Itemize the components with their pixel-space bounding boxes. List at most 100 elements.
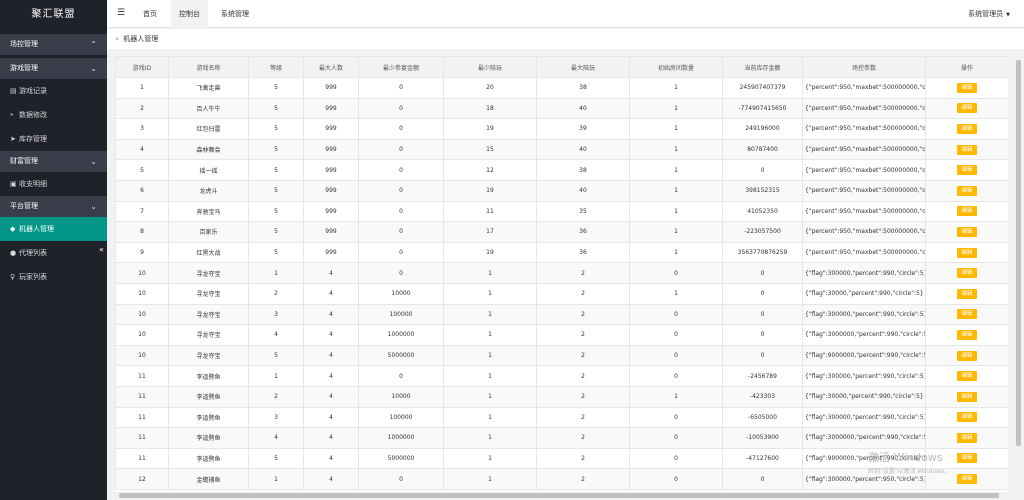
- edit-button[interactable]: 编辑: [957, 268, 977, 279]
- sidebar-item-income-details[interactable]: ▣ 收支明细: [0, 172, 107, 196]
- table-cell: 0: [722, 159, 803, 181]
- nav-group-platform-management[interactable]: 平台管理 ⌄: [0, 196, 107, 217]
- table-cell: 编辑: [925, 262, 1008, 284]
- sidebar-item-robot-management[interactable]: ◆ 机器人管理: [0, 217, 107, 241]
- app-logo: 聚汇联盟: [0, 0, 107, 30]
- column-header: 场控参数: [802, 56, 926, 78]
- table-cell: 百人牛牛: [168, 97, 249, 120]
- table-cell: {"percent":950,"maxbet":500000000,"d...: [802, 138, 926, 161]
- edit-button[interactable]: 编辑: [957, 453, 977, 464]
- edit-button[interactable]: 编辑: [957, 391, 977, 402]
- table-cell: 3: [115, 118, 169, 140]
- table-cell: 100000: [358, 406, 444, 429]
- sidebar-item-data-edit[interactable]: ⁍ 数据修改: [0, 103, 107, 127]
- edit-button[interactable]: 编辑: [957, 432, 977, 443]
- edit-button[interactable]: 编辑: [957, 329, 977, 340]
- table-cell: {"flag":30000,"percent":990,"circle":5}: [802, 282, 926, 305]
- table-cell: 红黑大战: [168, 241, 249, 264]
- table-cell: 1: [443, 282, 537, 305]
- table-cell: 0: [358, 138, 444, 161]
- person-icon: ●: [10, 249, 17, 257]
- table-cell: 1: [629, 241, 723, 264]
- table-cell: 1: [629, 118, 723, 140]
- edit-button[interactable]: 编辑: [957, 412, 977, 423]
- table-cell: 10: [115, 262, 169, 284]
- table-cell: 80787400: [722, 138, 803, 161]
- table-cell: 0: [358, 200, 444, 223]
- table-cell: {"percent":950,"maxbet":500000000,"d...: [802, 118, 926, 140]
- table-cell: -10053900: [722, 427, 803, 449]
- sidebar-item-player-list[interactable]: ♀ 玩家列表: [0, 265, 107, 289]
- diamond-icon: ◆: [10, 225, 16, 233]
- table-cell: 2: [536, 262, 630, 284]
- edit-button[interactable]: 编辑: [957, 165, 977, 176]
- edit-button[interactable]: 编辑: [957, 226, 977, 237]
- tab-console[interactable]: 控制台: [171, 0, 208, 28]
- table-cell: 1: [629, 385, 723, 408]
- table-cell: 5: [248, 344, 304, 367]
- table-row: 8 百家乐 5 999 0 17 36 1 -223057500 {"percent":950,"…: [115, 221, 1008, 243]
- edit-button[interactable]: 编辑: [957, 247, 977, 258]
- column-header: 游戏名称: [168, 56, 249, 78]
- table-cell: 寻龙夺宝: [168, 282, 249, 305]
- table-cell: 0: [358, 118, 444, 140]
- table-cell: {"percent":950,"maxbet":500000000,"d...: [802, 221, 926, 243]
- table-cell: {"flag":30000,"percent":990,"circle":5}: [802, 385, 926, 408]
- tab-home[interactable]: 首页: [135, 0, 165, 28]
- scroll-thumb[interactable]: [119, 493, 999, 498]
- watermark-line1: 激活 Windows: [868, 451, 943, 464]
- nav-group-wealth-management[interactable]: 财富管理 ⌄: [0, 151, 107, 172]
- sidebar-item-inventory[interactable]: ➤ 库存管理: [0, 127, 107, 151]
- edit-button[interactable]: 编辑: [957, 82, 977, 93]
- table-cell: 41052350: [722, 200, 803, 223]
- table-cell: 11: [115, 447, 169, 470]
- table-cell: 999: [303, 138, 359, 161]
- edit-button[interactable]: 编辑: [957, 185, 977, 196]
- data-icon: ⁍: [10, 111, 14, 119]
- edit-button[interactable]: 编辑: [957, 288, 977, 299]
- table-cell: {"percent":950,"maxbet":500000000,"d...: [802, 97, 926, 120]
- table-cell: 1: [248, 365, 304, 387]
- table-header-row: 游戏ID 游戏名称 等级 最大人数 最少参宴金额 最少陪玩 最大陪玩 初始房间数量 当前库存金额…: [115, 56, 1008, 78]
- table-cell: 1: [115, 77, 169, 99]
- edit-button[interactable]: 编辑: [957, 144, 977, 155]
- horizontal-scrollbar[interactable]: [115, 492, 1015, 499]
- table-cell: 编辑: [925, 344, 1008, 367]
- table-cell: {"flag":300000,"percent":990,"circle":5}: [802, 262, 926, 284]
- edit-button[interactable]: 编辑: [957, 309, 977, 320]
- table-cell: 0: [629, 365, 723, 387]
- nav-group-field-control[interactable]: 场控管理 ⌃: [0, 34, 107, 55]
- table-cell: 999: [303, 200, 359, 223]
- table-row: 3 红包扫雷 5 999 0 19 39 1 249196000 {"percent":950,"…: [115, 118, 1008, 140]
- table-cell: 2: [536, 447, 630, 470]
- table-cell: 李逵劈鱼: [168, 385, 249, 408]
- user-menu[interactable]: 系统管理员 ▼: [968, 0, 1010, 29]
- table-cell: 4: [303, 303, 359, 326]
- tab-system-management[interactable]: 系统管理: [213, 0, 257, 28]
- table-cell: 36: [536, 221, 630, 243]
- table-cell: {"flag":3000000,"percent":990,"circle":5…: [802, 427, 926, 449]
- vertical-scrollbar[interactable]: [1015, 56, 1022, 492]
- edit-button[interactable]: 编辑: [957, 350, 977, 361]
- edit-button[interactable]: 编辑: [957, 371, 977, 382]
- menu-toggle-icon[interactable]: ☰: [117, 8, 125, 18]
- table-cell: 编辑: [925, 365, 1008, 387]
- edit-button[interactable]: 编辑: [957, 123, 977, 134]
- table-row: 9 红黑大战 5 999 0 19 36 1 3563770876259 {"percent":9…: [115, 241, 1008, 264]
- table-cell: 249196000: [722, 118, 803, 140]
- sidebar-item-game-records[interactable]: ▤ 游戏记录: [0, 79, 107, 103]
- table-cell: 11: [443, 200, 537, 223]
- nav-group-game-management[interactable]: 游戏管理 ⌄: [0, 58, 107, 79]
- edit-button[interactable]: 编辑: [957, 474, 977, 485]
- table-cell: 4: [303, 262, 359, 284]
- edit-button[interactable]: 编辑: [957, 103, 977, 114]
- table-cell: 4: [303, 282, 359, 305]
- sidebar-item-agent-list[interactable]: ● 代理列表: [0, 241, 107, 265]
- table-cell: 0: [629, 262, 723, 284]
- table-cell: 编辑: [925, 200, 1008, 223]
- table-cell: -774907415650: [722, 97, 803, 120]
- scroll-thumb[interactable]: [1016, 60, 1021, 446]
- collapse-sidebar-icon[interactable]: «: [99, 245, 104, 254]
- table-cell: 999: [303, 97, 359, 120]
- edit-button[interactable]: 编辑: [957, 206, 977, 217]
